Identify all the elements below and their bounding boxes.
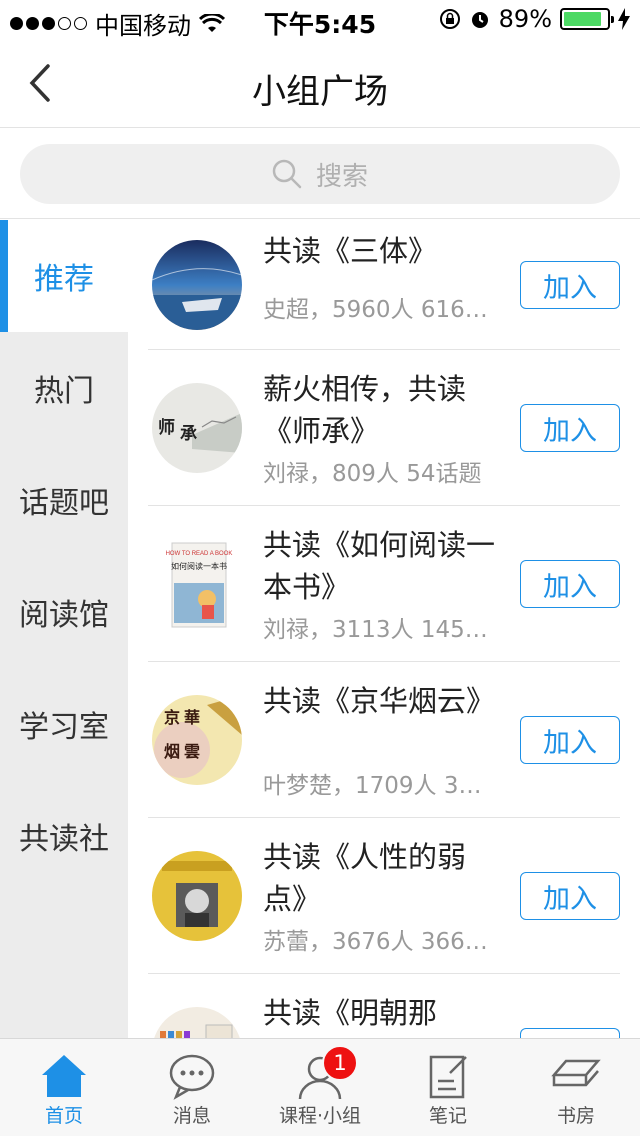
- group-meta: 刘禄，3113人 145话题: [263, 617, 495, 643]
- page-title: 小组广场: [252, 72, 388, 112]
- tab-label: 笔记: [428, 1105, 467, 1127]
- tab-courses-groups[interactable]: 1 课程·小组: [256, 1039, 384, 1136]
- list-item[interactable]: 共读《三体》 史超，5960人 616话题 加入: [128, 220, 640, 350]
- join-button[interactable]: 加入: [520, 872, 620, 920]
- tab-bookshelf[interactable]: 书房: [512, 1039, 640, 1136]
- human-nature-cover: [152, 851, 242, 941]
- note-icon: [429, 1055, 467, 1099]
- search-icon: [272, 159, 302, 189]
- rotation-lock-icon: [439, 9, 460, 29]
- battery-percent: 89%: [498, 5, 552, 33]
- join-button[interactable]: 加入: [520, 560, 620, 608]
- tab-label: 消息: [172, 1105, 211, 1127]
- list-item[interactable]: 京華烟雲 共读《京华烟云》 叶梦楚，1709人 33话题 加入: [128, 662, 640, 818]
- tab-bar: 首页 消息 1 课程·小组 笔记 书房: [0, 1038, 640, 1136]
- navigation-bar: 小组广场: [0, 40, 640, 128]
- list-item[interactable]: 师承 薪火相传，共读《师承》 刘禄，809人 54话题 加入: [128, 350, 640, 506]
- home-icon: [42, 1055, 86, 1097]
- status-bar: 中国移动 下午5:45 89%: [0, 0, 640, 40]
- join-button[interactable]: [520, 1028, 620, 1038]
- category-topics[interactable]: 话题吧: [0, 444, 128, 556]
- group-meta: 叶梦楚，1709人 33话题: [263, 773, 495, 799]
- tab-messages[interactable]: 消息: [128, 1039, 256, 1136]
- three-body-cover: [152, 240, 242, 330]
- how-to-read-cover: HOW TO READ A BOOK 如何阅读一本书: [152, 539, 242, 629]
- join-button[interactable]: 加入: [520, 404, 620, 452]
- battery-icon: [560, 8, 614, 30]
- notification-badge: 1: [322, 1045, 358, 1081]
- list-item[interactable]: 共读《人性的弱点》 苏蕾，3676人 366话题 加入: [128, 818, 640, 974]
- alarm-icon: [471, 12, 488, 28]
- category-reading-club[interactable]: 共读社: [0, 780, 128, 892]
- list-item[interactable]: HOW TO READ A BOOK 如何阅读一本书 共读《如何阅读一本书》 刘…: [128, 506, 640, 662]
- join-button[interactable]: 加入: [520, 716, 620, 764]
- svg-text:如何阅读一本书: 如何阅读一本书: [171, 561, 227, 571]
- svg-text:HOW TO READ A BOOK: HOW TO READ A BOOK: [166, 551, 233, 557]
- bookshelf-icon: [551, 1059, 601, 1087]
- group-title: 共读《三体》: [263, 234, 438, 268]
- group-meta: 史超，5960人 616话题: [263, 297, 495, 323]
- group-title: 共读《明朝那: [263, 996, 438, 1030]
- group-list: 共读《三体》 史超，5960人 616话题 加入 师承 薪火相传，共读《师承》 …: [128, 220, 640, 1038]
- charging-icon: [618, 8, 630, 30]
- message-icon: [169, 1054, 215, 1100]
- category-popular[interactable]: 热门: [0, 332, 128, 444]
- category-reading-hall[interactable]: 阅读馆: [0, 556, 128, 668]
- group-meta: 刘禄，809人 54话题: [263, 461, 482, 487]
- list-item[interactable]: 共读《明朝那: [128, 974, 640, 1038]
- join-button[interactable]: 加入: [520, 261, 620, 309]
- tab-label: 首页: [44, 1105, 83, 1127]
- group-title: 共读《如何阅读一本书》: [263, 528, 496, 604]
- search-area: 搜索: [0, 129, 640, 219]
- category-recommended[interactable]: 推荐: [0, 220, 128, 332]
- group-meta: 苏蕾，3676人 366话题: [263, 929, 495, 955]
- shicheng-cover: 师承: [152, 383, 242, 473]
- group-title: 共读《京华烟云》: [263, 684, 496, 718]
- category-study-room[interactable]: 学习室: [0, 668, 128, 780]
- tab-notes[interactable]: 笔记: [384, 1039, 512, 1136]
- group-title: 共读《人性的弱点》: [263, 840, 467, 916]
- group-title: 薪火相传，共读《师承》: [263, 372, 467, 448]
- ming-dynasty-cover: [152, 1007, 242, 1038]
- jinghua-cover: 京華烟雲: [152, 695, 242, 785]
- search-placeholder: 搜索: [315, 161, 368, 192]
- category-sidebar: 推荐 热门 话题吧 阅读馆 学习室 共读社: [0, 220, 128, 1038]
- tab-home[interactable]: 首页: [0, 1039, 128, 1136]
- search-input[interactable]: 搜索: [20, 144, 620, 204]
- tab-label: 课程·小组: [278, 1105, 362, 1127]
- tab-label: 书房: [556, 1105, 595, 1127]
